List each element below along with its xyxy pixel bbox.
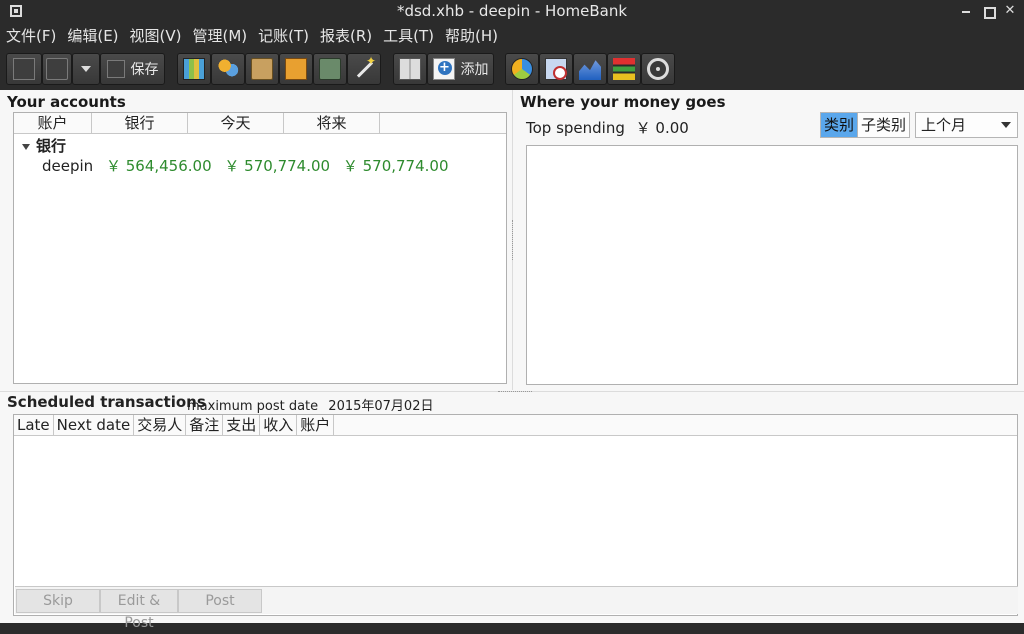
archives-icon (319, 58, 341, 80)
titlebar: *dsd.xhb - deepin - HomeBank ✕ (0, 0, 1024, 22)
today-balance: ￥ 570,774.00 (224, 157, 331, 175)
accounts-button[interactable] (177, 53, 211, 85)
max-post-date: maximum post date 2015年07月02日 (187, 395, 439, 414)
archives-button[interactable] (313, 53, 347, 85)
scheduled-actions: Skip Edit & Post Post (15, 586, 1018, 631)
scheduled-table[interactable]: Late Next date 交易人 备注 支出 收入 账户 Skip Edit… (13, 414, 1018, 631)
open-button[interactable] (42, 53, 72, 85)
chevron-down-icon (81, 66, 91, 72)
column-income[interactable]: 收入 (260, 415, 298, 435)
vertical-splitter-handle[interactable] (512, 220, 515, 260)
balance-report-icon (545, 58, 567, 80)
menu-edit[interactable]: 编辑(E) (67, 25, 118, 46)
open-recent-dropdown[interactable] (72, 53, 100, 85)
column-account[interactable]: 账户 (14, 113, 92, 133)
column-payee[interactable]: 交易人 (134, 415, 187, 435)
spending-title: Where your money goes (520, 93, 726, 111)
accounts-title: Your accounts (7, 93, 126, 111)
payees-button[interactable] (211, 53, 245, 85)
trend-report-button[interactable] (573, 53, 607, 85)
balance-report-button[interactable] (539, 53, 573, 85)
categories-icon (251, 58, 273, 80)
add-label: 添加 (460, 62, 489, 78)
menu-reports[interactable]: 报表(R) (320, 25, 372, 46)
account-row[interactable]: deepin ￥ 564,456.00 ￥ 570,774.00 ￥ 570,7… (42, 155, 457, 176)
accounts-header: 账户 银行 今天 将来 (14, 113, 506, 134)
top-spending-value: ￥ 0.00 (635, 119, 689, 137)
maximize-icon[interactable] (980, 3, 996, 19)
scheduled-header: Late Next date 交易人 备注 支出 收入 账户 (14, 415, 1017, 436)
vehicle-cost-button[interactable] (641, 53, 675, 85)
save-icon (106, 60, 125, 78)
accounts-icon (183, 58, 205, 80)
wand-icon (353, 54, 376, 80)
ledger-button[interactable] (393, 53, 427, 85)
menubar: 文件(F) 编辑(E) 视图(V) 管理(M) 记账(T) 报表(R) 工具(T… (0, 22, 1024, 48)
save-button[interactable]: 保存 (100, 53, 165, 85)
budget-button[interactable] (279, 53, 313, 85)
minimize-icon[interactable] (958, 3, 974, 19)
menu-tools[interactable]: 工具(T) (383, 25, 434, 46)
max-post-date-value: 2015年07月02日 (328, 399, 434, 414)
column-today[interactable]: 今天 (188, 113, 284, 133)
column-expense[interactable]: 支出 (223, 415, 261, 435)
group-label: 银行 (36, 137, 67, 155)
payees-icon (217, 58, 239, 80)
budget-report-icon (613, 58, 635, 80)
account-name: deepin (42, 157, 94, 175)
expander-icon[interactable] (22, 143, 30, 150)
skip-button[interactable]: Skip (16, 589, 100, 613)
menu-help[interactable]: 帮助(H) (445, 25, 498, 46)
vehicle-icon (647, 58, 669, 80)
menu-transactions[interactable]: 记账(T) (258, 25, 309, 46)
column-future[interactable]: 将来 (284, 113, 380, 133)
top-spending: Top spending ￥ 0.00 (526, 117, 689, 138)
ledger-icon (399, 58, 421, 80)
period-select[interactable]: 上个月 (915, 112, 1018, 138)
main-area: Your accounts 账户 银行 今天 将来 银行 deepin ￥ 56… (0, 90, 1024, 631)
max-post-date-label: maximum post date (187, 399, 319, 414)
column-next-date[interactable]: Next date (54, 415, 135, 435)
pie-report-icon (511, 58, 533, 80)
period-value: 上个月 (921, 116, 967, 134)
edit-post-button[interactable]: Edit & Post (100, 589, 178, 631)
future-balance: ￥ 570,774.00 (342, 157, 449, 175)
toolbar: 保存 添加 (0, 48, 1024, 90)
add-transaction-button[interactable]: 添加 (427, 53, 494, 85)
window-title: *dsd.xhb - deepin - HomeBank (396, 2, 628, 20)
spending-chart-area (526, 145, 1018, 385)
column-memo[interactable]: 备注 (186, 415, 224, 435)
top-spending-label: Top spending (526, 119, 625, 137)
subcategory-toggle[interactable]: 子类别 (857, 112, 911, 138)
column-late[interactable]: Late (14, 415, 54, 435)
new-file-button[interactable] (6, 53, 42, 85)
accounts-table[interactable]: 账户 银行 今天 将来 银行 deepin ￥ 564,456.00 ￥ 570… (13, 112, 507, 384)
chevron-down-icon (1001, 122, 1011, 128)
assign-button[interactable] (347, 53, 381, 85)
add-transaction-icon (432, 58, 455, 80)
bank-balance: ￥ 564,456.00 (105, 157, 212, 175)
statistics-report-button[interactable] (505, 53, 539, 85)
category-toggle[interactable]: 类别 (820, 112, 859, 138)
post-button[interactable]: Post (178, 589, 262, 613)
new-file-icon (13, 58, 35, 80)
close-icon[interactable]: ✕ (1002, 3, 1018, 19)
menu-file[interactable]: 文件(F) (6, 25, 56, 46)
menu-view[interactable]: 视图(V) (130, 25, 182, 46)
scheduled-title: Scheduled transactions (7, 393, 206, 411)
column-account[interactable]: 账户 (297, 415, 335, 435)
column-bank[interactable]: 银行 (92, 113, 188, 133)
save-label: 保存 (130, 62, 159, 78)
budget-report-button[interactable] (607, 53, 641, 85)
account-group-bank[interactable]: 银行 (22, 135, 66, 156)
open-folder-icon (46, 58, 68, 80)
budget-icon (285, 58, 307, 80)
trend-report-icon (579, 60, 601, 80)
categories-button[interactable] (245, 53, 279, 85)
horizontal-splitter-handle[interactable] (498, 391, 532, 393)
menu-manage[interactable]: 管理(M) (193, 25, 248, 46)
